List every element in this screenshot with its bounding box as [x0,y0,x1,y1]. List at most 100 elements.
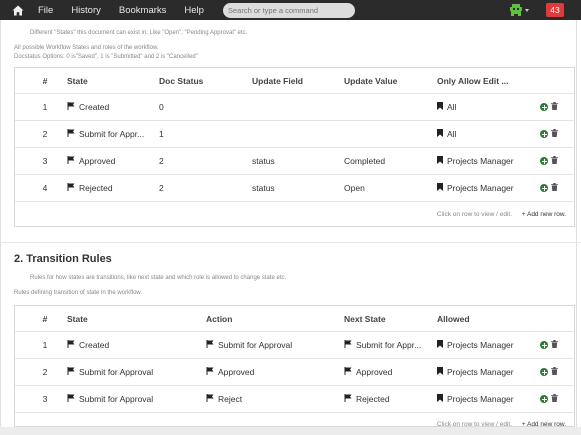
col-action: Action [206,313,233,324]
flag-icon [344,394,352,404]
bookmark-icon [437,129,443,139]
row-allow-edit-label: All [447,102,457,112]
flag-icon [67,129,75,139]
col-allowed: Allowed [437,313,470,324]
table-row[interactable]: 3 Approved 2 status Completed Projects M… [15,148,574,175]
user-avatar[interactable] [508,2,524,18]
flag-icon [67,340,75,350]
trash-icon[interactable] [551,129,558,139]
flag-icon [67,394,75,404]
row-update-value: Completed [344,156,386,166]
col-state: State [67,313,88,324]
flag-icon [67,102,75,112]
row-state-label: Created [79,340,110,350]
trash-icon[interactable] [551,340,558,350]
row-next-state-label: Rejected [356,394,390,404]
col-doc-status: Doc Status [159,75,204,86]
search-input[interactable] [223,3,355,18]
col-state: State [67,75,88,86]
table-row[interactable]: 4 Rejected 2 status Open Projects Manage… [15,175,574,202]
row-state: Submit for Appr... [67,121,155,147]
menu-history[interactable]: History [71,5,101,16]
top-navbar: File History Bookmarks Help 43 [0,0,581,20]
row-idx: 3 [42,156,48,166]
grid-hint: Click on row to view / edit. [436,210,512,218]
col-update-value: Update Value [344,75,398,86]
row-next-state-label: Submit for Appr... [356,340,422,350]
row-update-value [344,94,434,120]
col-update-field: Update Field [252,75,304,86]
row-state: Submit for Approval [67,386,197,412]
trash-icon[interactable] [551,394,558,404]
row-allowed: Projects Manager [437,386,537,412]
row-actions [540,386,558,412]
states-intro: Different "States" this document can exi… [30,30,248,36]
table-row[interactable]: 1 Created 0 All [15,94,574,121]
row-state-label: Created [79,102,110,112]
add-row-icon[interactable] [540,130,548,138]
add-row-icon[interactable] [540,103,548,111]
row-actions [540,175,558,201]
menu-file[interactable]: File [38,5,53,16]
bookmark-icon [437,394,443,404]
row-state: Approved [67,148,155,174]
row-state-label: Approved [79,156,116,166]
trash-icon[interactable] [551,156,558,166]
row-state: Rejected [67,175,155,201]
trash-icon[interactable] [551,367,558,377]
add-row-button[interactable]: + Add new row. [522,202,566,226]
table-row[interactable]: 3 Submit for Approval Reject Rejected Pr… [15,386,574,413]
row-idx: 2 [42,367,48,377]
row-next-state: Approved [344,359,432,385]
trash-icon[interactable] [551,183,558,193]
menu-help[interactable]: Help [184,5,204,16]
row-action-label: Reject [218,394,243,404]
table-row[interactable]: 2 Submit for Appr... 1 All [15,121,574,148]
flag-icon [67,183,75,193]
table-row[interactable]: 2 Submit for Approval Approved Approved … [15,359,574,386]
home-icon[interactable] [11,3,25,17]
row-state-label: Submit for Approval [79,367,154,377]
section-divider [0,242,581,243]
add-row-icon[interactable] [540,341,548,349]
grid-hint: Click on row to view / edit. [436,420,512,428]
row-state: Created [67,94,155,120]
transitions-grid-footer: Click on row to view / edit. + Add new r… [15,413,574,435]
bookmark-icon [437,156,443,166]
add-row-icon[interactable] [540,184,548,192]
add-row-icon[interactable] [540,395,548,403]
col-idx: # [42,313,48,324]
row-idx: 3 [42,394,48,404]
col-allow-edit: Only Allow Edit ... [437,75,509,86]
menu-bookmarks[interactable]: Bookmarks [119,5,167,16]
bookmark-icon [437,367,443,377]
row-idx: 1 [42,102,48,112]
row-state-label: Submit for Appr... [79,129,145,139]
flag-icon [344,367,352,377]
add-row-button[interactable]: + Add new row. [522,413,566,435]
states-help-2: Docstatus Options: 0 is"Saved", 1 is "Su… [14,54,198,60]
row-state-label: Rejected [79,183,113,193]
bookmark-icon [437,340,443,350]
flag-icon [206,367,214,377]
notification-badge[interactable]: 43 [546,3,564,17]
row-idx: 4 [42,183,48,193]
add-row-icon[interactable] [540,368,548,376]
row-allow-edit: All [437,94,537,120]
transitions-intro: Rules for how states are transitions, li… [30,275,287,281]
row-allowed-label: Projects Manager [447,394,514,404]
add-row-icon[interactable] [540,157,548,165]
row-allow-edit-label: Projects Manager [447,156,514,166]
row-next-state-label: Approved [356,367,393,377]
row-state: Created [67,332,197,358]
chevron-down-icon[interactable] [525,9,529,12]
row-state-label: Submit for Approval [79,394,154,404]
trash-icon[interactable] [551,102,558,112]
row-state: Submit for Approval [67,359,197,385]
bookmark-icon [437,183,443,193]
row-idx: 1 [42,340,48,350]
row-allow-edit-label: Projects Manager [447,183,514,193]
flag-icon [206,340,214,350]
table-row[interactable]: 1 Created Submit for Approval Submit for… [15,332,574,359]
row-update-field: status [252,156,275,166]
